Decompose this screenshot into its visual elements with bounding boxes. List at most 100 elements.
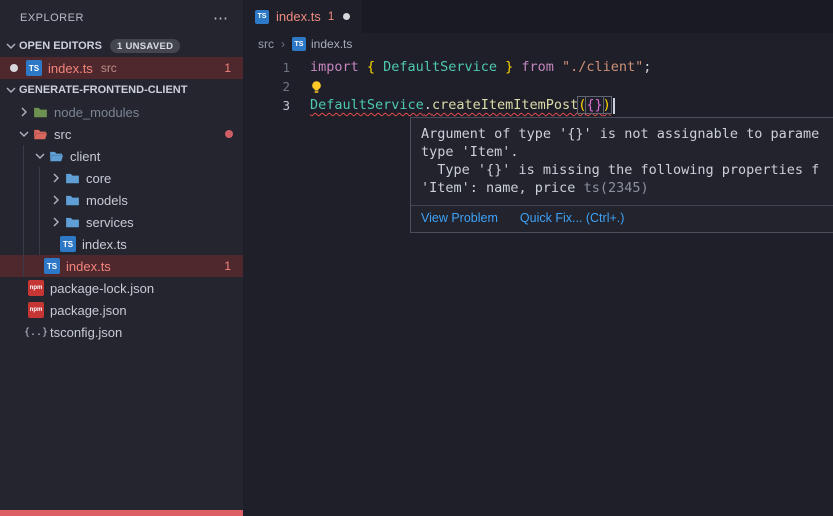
tree-item-node-modules[interactable]: node_modules xyxy=(0,101,243,123)
token-close-brace: } xyxy=(497,58,521,77)
tree-item-core[interactable]: core xyxy=(0,167,243,189)
modified-dot-icon xyxy=(10,64,18,72)
json-braces-file-icon: {..} xyxy=(28,324,44,340)
token-dot: . xyxy=(424,97,432,113)
chevron-down-icon xyxy=(16,126,32,142)
hover-message: Argument of type '{}' is not assignable … xyxy=(411,118,833,205)
hover-message-line: Type '{}' is missing the following prope… xyxy=(421,161,833,179)
chevron-down-icon xyxy=(3,82,19,98)
breadcrumb-separator-icon: › xyxy=(281,37,285,51)
typescript-file-icon: TS xyxy=(255,10,269,24)
tree-item-src-index-ts[interactable]: TS index.ts 1 xyxy=(0,255,243,277)
error-count-badge: 1 xyxy=(224,259,243,273)
code-line-2[interactable]: 2 xyxy=(243,77,833,96)
tree-item-models[interactable]: models xyxy=(0,189,243,211)
tree-item-client[interactable]: client xyxy=(0,145,243,167)
explorer-header: EXPLORER ⋯ xyxy=(0,0,243,35)
hover-error-source: ts(2345) xyxy=(584,180,649,196)
folder-icon xyxy=(64,170,80,186)
workspace-label: GENERATE-FRONTEND-CLIENT xyxy=(19,84,187,96)
npm-file-icon: npm xyxy=(28,302,44,318)
problems-dot-icon xyxy=(225,130,233,138)
token-empty-object-arg: {} xyxy=(586,97,602,113)
open-editor-item-index-ts[interactable]: TS index.ts src 1 xyxy=(0,57,243,79)
tree-item-services[interactable]: services xyxy=(0,211,243,233)
chevron-right-icon xyxy=(48,170,64,186)
text-cursor-caret xyxy=(613,98,615,114)
breadcrumb-item-src[interactable]: src xyxy=(258,37,274,51)
code-line-3[interactable]: 3 DefaultService.createItemItemPost({}) xyxy=(243,96,833,115)
editor-pane: TS index.ts 1 src › TS index.ts 1 import… xyxy=(243,0,833,516)
open-editor-file-name: index.ts xyxy=(48,61,93,76)
line-number: 3 xyxy=(243,96,290,115)
tree-item-package-lock-json[interactable]: npm package-lock.json xyxy=(0,277,243,299)
token-keyword-from: from xyxy=(521,58,562,77)
line-number: 2 xyxy=(243,77,290,96)
typescript-file-icon: TS xyxy=(26,60,42,76)
folder-icon xyxy=(32,104,48,120)
indent-guide xyxy=(39,167,40,255)
token-method: createItemItemPost xyxy=(432,97,578,113)
open-editors-label: OPEN EDITORS xyxy=(19,40,102,52)
chevron-down-icon xyxy=(32,148,48,164)
explorer-title: EXPLORER xyxy=(20,12,84,24)
chevron-right-icon xyxy=(16,104,32,120)
token-close-paren: ) xyxy=(603,97,611,113)
typescript-file-icon: TS xyxy=(44,258,60,274)
error-hover-tooltip: Argument of type '{}' is not assignable … xyxy=(410,117,833,233)
tree-item-label: services xyxy=(86,215,134,230)
tree-item-label: tsconfig.json xyxy=(50,325,122,340)
code-line-1[interactable]: 1 import { DefaultService } from "./clie… xyxy=(243,58,833,77)
tree-item-src[interactable]: src xyxy=(0,123,243,145)
chevron-right-icon xyxy=(48,214,64,230)
tree-item-package-json[interactable]: npm package.json xyxy=(0,299,243,321)
unsaved-count-badge: 1 UNSAVED xyxy=(110,39,180,53)
token-module-string: "./client" xyxy=(562,58,643,77)
code-editor[interactable]: 1 import { DefaultService } from "./clie… xyxy=(243,55,833,115)
token-identifier: DefaultService xyxy=(383,58,497,77)
folder-open-icon xyxy=(32,126,48,142)
explorer-sidebar: EXPLORER ⋯ OPEN EDITORS 1 UNSAVED TS ind… xyxy=(0,0,243,516)
typescript-file-icon: TS xyxy=(292,37,306,51)
token-open-brace: { xyxy=(367,58,383,77)
hover-message-text: 'Item': name, price xyxy=(421,180,584,196)
hover-message-line: Argument of type '{}' is not assignable … xyxy=(421,125,833,143)
file-tree: node_modules src client xyxy=(0,101,243,343)
tab-label: index.ts xyxy=(276,9,321,24)
tree-item-tsconfig-json[interactable]: {..} tsconfig.json xyxy=(0,321,243,343)
token-keyword-import: import xyxy=(310,58,367,77)
tree-item-label: package.json xyxy=(50,303,127,318)
tree-item-client-index-ts[interactable]: TS index.ts xyxy=(0,233,243,255)
breadcrumb-item-file[interactable]: TS index.ts xyxy=(292,37,352,51)
tree-item-label: src xyxy=(54,127,71,142)
workspace-section-header[interactable]: GENERATE-FRONTEND-CLIENT xyxy=(0,79,243,101)
folder-icon xyxy=(64,214,80,230)
tree-item-label: client xyxy=(70,149,100,164)
tree-item-label: core xyxy=(86,171,111,186)
chevron-down-icon xyxy=(3,38,19,54)
typescript-file-icon: TS xyxy=(60,236,76,252)
line-number: 1 xyxy=(243,58,290,77)
more-actions-icon[interactable]: ⋯ xyxy=(213,9,229,27)
tree-item-label: node_modules xyxy=(54,105,139,120)
tree-item-label: models xyxy=(86,193,128,208)
token-semicolon: ; xyxy=(643,58,651,77)
folder-icon xyxy=(64,192,80,208)
tab-error-count: 1 xyxy=(328,11,334,23)
quick-fix-link[interactable]: Quick Fix... (Ctrl+.) xyxy=(520,211,625,225)
tree-item-label: package-lock.json xyxy=(50,281,154,296)
breadcrumb: src › TS index.ts xyxy=(243,33,833,55)
tab-index-ts[interactable]: TS index.ts 1 xyxy=(243,0,362,33)
error-count-badge: 1 xyxy=(224,61,243,75)
unsaved-dot-icon[interactable] xyxy=(343,13,350,20)
breadcrumb-file-label: index.ts xyxy=(311,37,352,51)
hover-message-line: 'Item': name, price ts(2345) xyxy=(421,179,833,197)
tree-item-label: index.ts xyxy=(82,237,127,252)
lightbulb-icon[interactable] xyxy=(310,80,323,94)
view-problem-link[interactable]: View Problem xyxy=(421,211,498,225)
open-editors-header[interactable]: OPEN EDITORS 1 UNSAVED xyxy=(0,35,243,57)
folder-open-icon xyxy=(48,148,64,164)
npm-file-icon: npm xyxy=(28,280,44,296)
tree-item-label: index.ts xyxy=(66,259,111,274)
token-identifier: DefaultService xyxy=(310,97,424,113)
